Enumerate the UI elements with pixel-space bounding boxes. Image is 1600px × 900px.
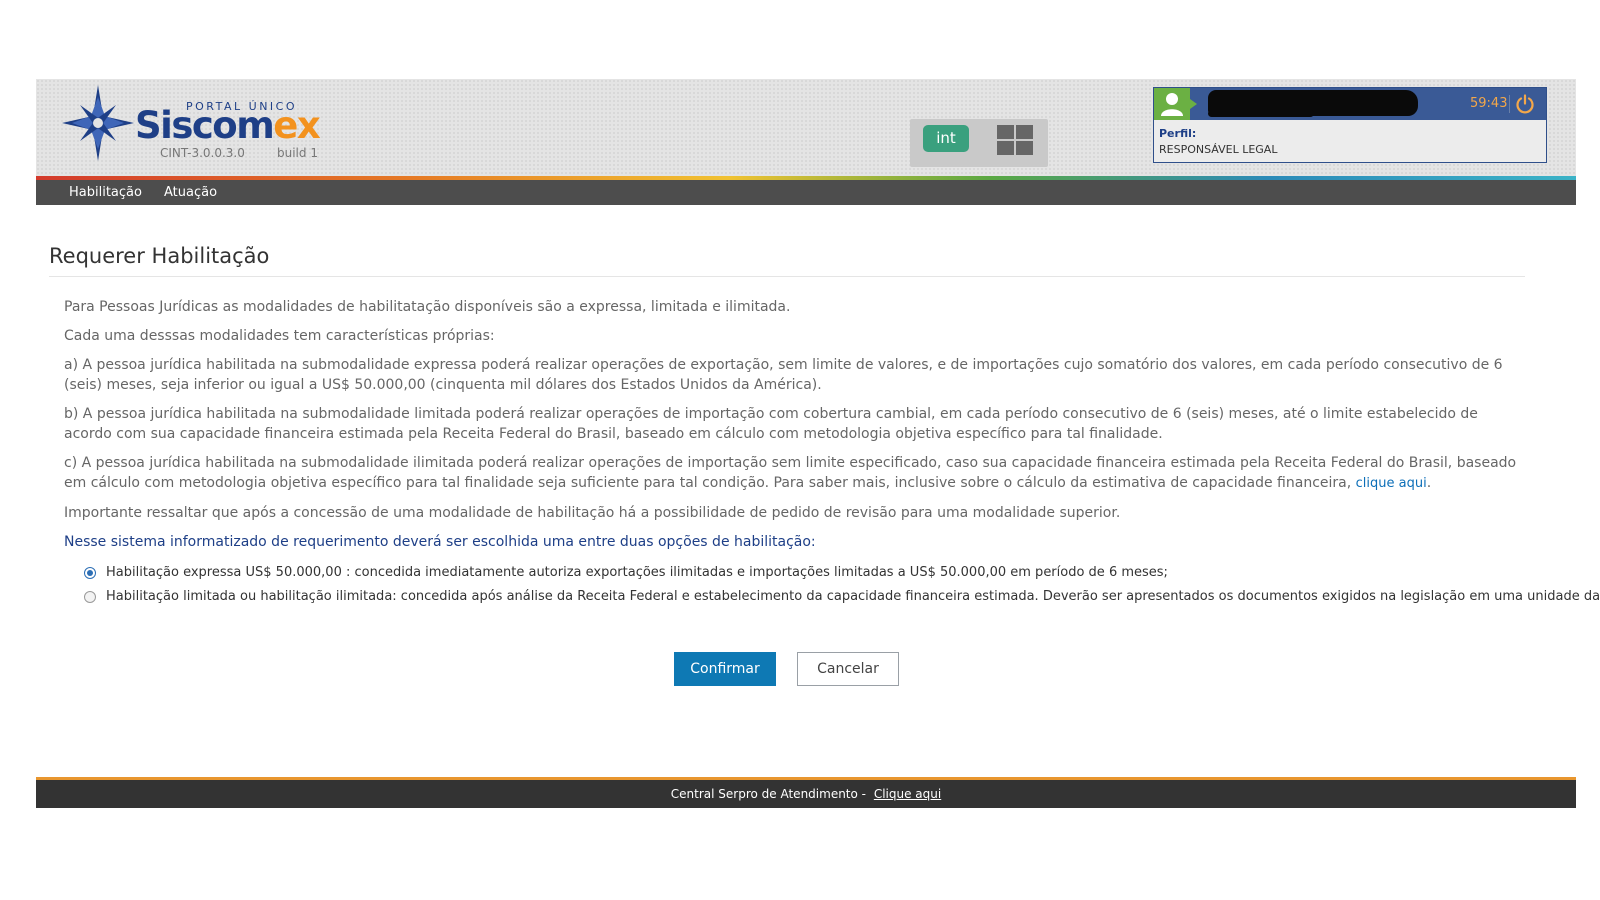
main-content: Requerer Habilitação Para Pessoas Jurídi… [49,240,1600,609]
learn-more-link[interactable]: clique aqui [1356,476,1427,491]
paragraph-c-suffix: . [1426,475,1432,491]
header: PORTAL ÚNICO Siscomex CINT-3.0.0.3.0 bui… [36,79,1576,176]
nav-item-habilitacao[interactable]: Habilitação [69,180,142,205]
page-title: Requerer Habilitação [49,240,1525,277]
version-label: CINT-3.0.0.3.0 [160,146,245,160]
footer-text: Central Serpro de Atendimento - [670,787,866,801]
habilitacao-options: Habilitação expressa US$ 50.000,00 : con… [64,561,1600,609]
footer-support-link[interactable]: Clique aqui [874,787,941,801]
paragraph-b: b) A pessoa jurídica habilitada na submo… [64,406,1478,442]
build-label: build 1 [277,146,318,160]
brand-name: Siscomex [135,104,321,148]
radio-expressa[interactable] [84,567,96,579]
confirm-button[interactable]: Confirmar [674,652,776,686]
paragraph-c: c) A pessoa jurídica habilitada na submo… [64,453,1525,494]
cancel-button[interactable]: Cancelar [797,652,899,686]
profile-label: Perfil: [1159,127,1197,140]
option-limitada-label[interactable]: Habilitação limitada ou habilitação ilim… [106,585,1600,609]
environment-badge: int [923,125,969,152]
user-bar: 59:43 [1154,88,1546,120]
option-expressa-label[interactable]: Habilitação expressa US$ 50.000,00 : con… [106,561,1168,585]
user-icon [1161,93,1183,116]
option-limitada[interactable]: Habilitação limitada ou habilitação ilim… [84,585,1600,609]
user-id-redacted [1208,110,1314,117]
star-compass-icon [62,85,134,161]
divider [1509,95,1510,113]
description: Para Pessoas Jurídicas as modalidades de… [49,277,1600,609]
paragraph-characteristics: Cada uma desssas modalidades tem caracte… [64,328,495,344]
options-question: Nesse sistema informatizado de requerime… [64,534,816,550]
paragraph-c-text: c) A pessoa jurídica habilitada na submo… [64,455,1517,491]
apps-grid-icon[interactable] [997,125,1033,156]
main-nav: Habilitação Atuação [36,180,1576,205]
siscomex-logo[interactable]: PORTAL ÚNICO Siscomex CINT-3.0.0.3.0 bui… [58,83,328,163]
session-timer: 59:43 [1470,96,1508,111]
app-frame: PORTAL ÚNICO Siscomex CINT-3.0.0.3.0 bui… [36,79,1576,205]
user-panel: 59:43 Perfil: RESPONSÁVEL LEGAL [1153,87,1547,163]
nav-item-atuacao[interactable]: Atuação [164,180,217,205]
brand-name-part2: ex [273,104,320,147]
power-icon[interactable] [1514,93,1536,115]
user-avatar [1154,88,1197,120]
radio-limitada[interactable] [84,591,96,603]
environment-area: int [910,119,1048,167]
option-expressa[interactable]: Habilitação expressa US$ 50.000,00 : con… [84,561,1525,585]
footer: Central Serpro de Atendimento - Clique a… [36,777,1576,808]
paragraph-a: a) A pessoa jurídica habilitada na submo… [64,357,1503,393]
paragraph-intro: Para Pessoas Jurídicas as modalidades de… [64,299,791,315]
profile-value: RESPONSÁVEL LEGAL [1159,143,1278,156]
brand-name-part1: Siscom [135,104,275,147]
paragraph-revision: Importante ressaltar que após a concessã… [64,505,1121,521]
